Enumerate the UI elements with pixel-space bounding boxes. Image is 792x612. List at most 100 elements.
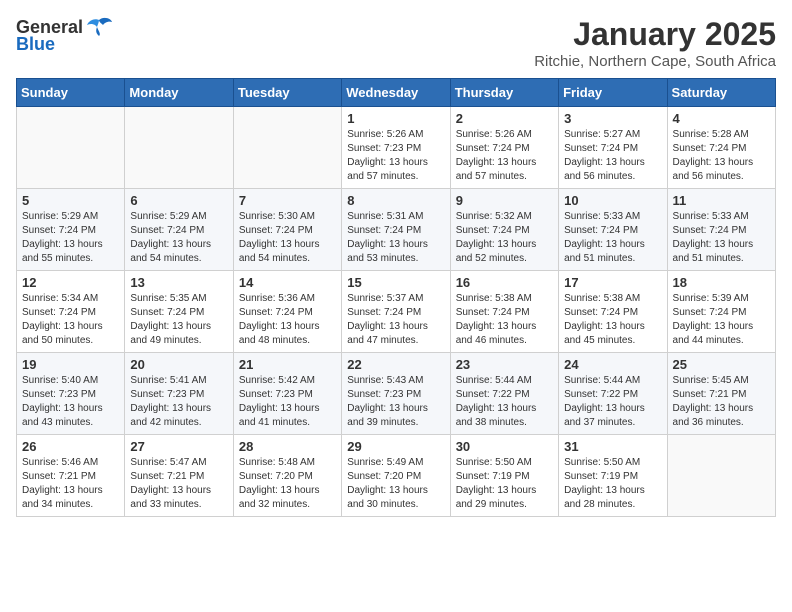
day-info: Sunrise: 5:39 AM Sunset: 7:24 PM Dayligh… [673, 292, 770, 348]
day-info: Sunrise: 5:27 AM Sunset: 7:24 PM Dayligh… [564, 128, 661, 184]
day-number: 24 [564, 357, 661, 372]
day-info: Sunrise: 5:47 AM Sunset: 7:21 PM Dayligh… [130, 456, 227, 512]
calendar-day-cell: 29Sunrise: 5:49 AM Sunset: 7:20 PM Dayli… [342, 435, 450, 517]
day-info: Sunrise: 5:30 AM Sunset: 7:24 PM Dayligh… [239, 210, 336, 266]
calendar-day-cell: 24Sunrise: 5:44 AM Sunset: 7:22 PM Dayli… [559, 353, 667, 435]
calendar-day-header: Friday [559, 79, 667, 107]
calendar-day-cell: 17 Sunrise: 5:38 AM Sunset: 7:24 PM Dayli… [559, 271, 667, 353]
day-info: Sunrise: 5:32 AM Sunset: 7:24 PM Dayligh… [456, 210, 553, 266]
logo-bird-icon [85, 16, 113, 38]
day-number: 20 [130, 357, 227, 372]
calendar-day-cell: 27 Sunrise: 5:47 AM Sunset: 7:21 PM Dayli… [125, 435, 233, 517]
calendar-day-cell: 23 Sunrise: 5:44 AM Sunset: 7:22 PM Dayli… [450, 353, 558, 435]
day-info: Sunrise: 5:42 AM Sunset: 7:23 PM Dayligh… [239, 374, 336, 430]
day-info: Sunrise: 5:44 AM Sunset: 7:22 PM Dayligh… [456, 374, 553, 430]
calendar-day-header: Wednesday [342, 79, 450, 107]
day-info: Sunrise: 5:35 AM Sunset: 7:24 PM Dayligh… [130, 292, 227, 348]
calendar-day-cell: 30 Sunrise: 5:50 AM Sunset: 7:19 PM Dayli… [450, 435, 558, 517]
day-info: Sunrise: 5:31 AM Sunset: 7:24 PM Dayligh… [347, 210, 444, 266]
calendar-day-header: Thursday [450, 79, 558, 107]
day-number: 7 [239, 193, 336, 208]
calendar-week-row: 26 Sunrise: 5:46 AM Sunset: 7:21 PM Dayli… [17, 435, 776, 517]
day-info: Sunrise: 5:50 AM Sunset: 7:19 PM Dayligh… [456, 456, 553, 512]
day-info: Sunrise: 5:38 AM Sunset: 7:24 PM Dayligh… [564, 292, 661, 348]
day-number: 9 [456, 193, 553, 208]
day-number: 16 [456, 275, 553, 290]
day-info: Sunrise: 5:37 AM Sunset: 7:24 PM Dayligh… [347, 292, 444, 348]
calendar-week-row: 19 Sunrise: 5:40 AM Sunset: 7:23 PM Dayli… [17, 353, 776, 435]
day-number: 27 [130, 439, 227, 454]
day-info: Sunrise: 5:36 AM Sunset: 7:24 PM Dayligh… [239, 292, 336, 348]
calendar-week-row: 5Sunrise: 5:29 AM Sunset: 7:24 PM Daylig… [17, 189, 776, 271]
calendar-day-cell [233, 107, 341, 189]
calendar-week-row: 1 Sunrise: 5:26 AM Sunset: 7:23 PM Daylig… [17, 107, 776, 189]
calendar-day-cell: 19 Sunrise: 5:40 AM Sunset: 7:23 PM Dayli… [17, 353, 125, 435]
day-number: 28 [239, 439, 336, 454]
calendar-day-cell: 1 Sunrise: 5:26 AM Sunset: 7:23 PM Daylig… [342, 107, 450, 189]
day-info: Sunrise: 5:34 AM Sunset: 7:24 PM Dayligh… [22, 292, 119, 348]
day-number: 19 [22, 357, 119, 372]
day-info: Sunrise: 5:40 AM Sunset: 7:23 PM Dayligh… [22, 374, 119, 430]
day-info: Sunrise: 5:46 AM Sunset: 7:21 PM Dayligh… [22, 456, 119, 512]
day-info: Sunrise: 5:43 AM Sunset: 7:23 PM Dayligh… [347, 374, 444, 430]
day-info: Sunrise: 5:33 AM Sunset: 7:24 PM Dayligh… [673, 210, 770, 266]
day-number: 17 [564, 275, 661, 290]
day-info: Sunrise: 5:26 AM Sunset: 7:23 PM Dayligh… [347, 128, 444, 184]
calendar-day-cell: 13 Sunrise: 5:35 AM Sunset: 7:24 PM Dayli… [125, 271, 233, 353]
day-number: 30 [456, 439, 553, 454]
calendar-day-cell: 11Sunrise: 5:33 AM Sunset: 7:24 PM Dayli… [667, 189, 775, 271]
calendar-day-cell: 10 Sunrise: 5:33 AM Sunset: 7:24 PM Dayli… [559, 189, 667, 271]
day-info: Sunrise: 5:41 AM Sunset: 7:23 PM Dayligh… [130, 374, 227, 430]
calendar-day-cell [125, 107, 233, 189]
calendar-day-header: Tuesday [233, 79, 341, 107]
calendar-day-cell: 6 Sunrise: 5:29 AM Sunset: 7:24 PM Daylig… [125, 189, 233, 271]
sub-title: Ritchie, Northern Cape, South Africa [534, 53, 776, 70]
day-info: Sunrise: 5:38 AM Sunset: 7:24 PM Dayligh… [456, 292, 553, 348]
day-info: Sunrise: 5:28 AM Sunset: 7:24 PM Dayligh… [673, 128, 770, 184]
day-number: 12 [22, 275, 119, 290]
calendar-day-cell: 2 Sunrise: 5:26 AM Sunset: 7:24 PM Daylig… [450, 107, 558, 189]
day-info: Sunrise: 5:29 AM Sunset: 7:24 PM Dayligh… [130, 210, 227, 266]
calendar-day-header: Saturday [667, 79, 775, 107]
day-number: 25 [673, 357, 770, 372]
calendar-day-cell: 15Sunrise: 5:37 AM Sunset: 7:24 PM Dayli… [342, 271, 450, 353]
day-number: 21 [239, 357, 336, 372]
day-info: Sunrise: 5:26 AM Sunset: 7:24 PM Dayligh… [456, 128, 553, 184]
calendar-day-cell: 20 Sunrise: 5:41 AM Sunset: 7:23 PM Dayli… [125, 353, 233, 435]
calendar-day-cell: 12 Sunrise: 5:34 AM Sunset: 7:24 PM Dayli… [17, 271, 125, 353]
day-number: 2 [456, 111, 553, 126]
calendar-day-cell: 18 Sunrise: 5:39 AM Sunset: 7:24 PM Dayli… [667, 271, 775, 353]
day-number: 23 [456, 357, 553, 372]
day-number: 6 [130, 193, 227, 208]
calendar-day-cell: 25 Sunrise: 5:45 AM Sunset: 7:21 PM Dayli… [667, 353, 775, 435]
calendar-day-cell: 8 Sunrise: 5:31 AM Sunset: 7:24 PM Daylig… [342, 189, 450, 271]
day-number: 10 [564, 193, 661, 208]
calendar-day-cell: 7 Sunrise: 5:30 AM Sunset: 7:24 PM Daylig… [233, 189, 341, 271]
title-block: January 2025 Ritchie, Northern Cape, Sou… [534, 16, 776, 70]
day-info: Sunrise: 5:45 AM Sunset: 7:21 PM Dayligh… [673, 374, 770, 430]
calendar-day-cell: 21 Sunrise: 5:42 AM Sunset: 7:23 PM Dayli… [233, 353, 341, 435]
day-number: 13 [130, 275, 227, 290]
calendar-day-cell: 14 Sunrise: 5:36 AM Sunset: 7:24 PM Dayli… [233, 271, 341, 353]
logo: General Blue [16, 16, 113, 55]
page-header: General Blue January 2025 Ritchie, North… [16, 16, 776, 70]
day-number: 1 [347, 111, 444, 126]
calendar-day-cell: 31 Sunrise: 5:50 AM Sunset: 7:19 PM Dayli… [559, 435, 667, 517]
day-number: 31 [564, 439, 661, 454]
day-number: 26 [22, 439, 119, 454]
day-number: 14 [239, 275, 336, 290]
day-number: 18 [673, 275, 770, 290]
calendar-day-cell: 16 Sunrise: 5:38 AM Sunset: 7:24 PM Dayli… [450, 271, 558, 353]
calendar-day-cell: 9 Sunrise: 5:32 AM Sunset: 7:24 PM Daylig… [450, 189, 558, 271]
day-number: 8 [347, 193, 444, 208]
day-number: 29 [347, 439, 444, 454]
main-title: January 2025 [534, 16, 776, 53]
day-number: 4 [673, 111, 770, 126]
calendar-day-cell: 3Sunrise: 5:27 AM Sunset: 7:24 PM Daylig… [559, 107, 667, 189]
day-info: Sunrise: 5:50 AM Sunset: 7:19 PM Dayligh… [564, 456, 661, 512]
calendar-day-cell [667, 435, 775, 517]
day-info: Sunrise: 5:29 AM Sunset: 7:24 PM Dayligh… [22, 210, 119, 266]
calendar-day-cell: 5Sunrise: 5:29 AM Sunset: 7:24 PM Daylig… [17, 189, 125, 271]
calendar-day-cell: 26 Sunrise: 5:46 AM Sunset: 7:21 PM Dayli… [17, 435, 125, 517]
day-info: Sunrise: 5:33 AM Sunset: 7:24 PM Dayligh… [564, 210, 661, 266]
